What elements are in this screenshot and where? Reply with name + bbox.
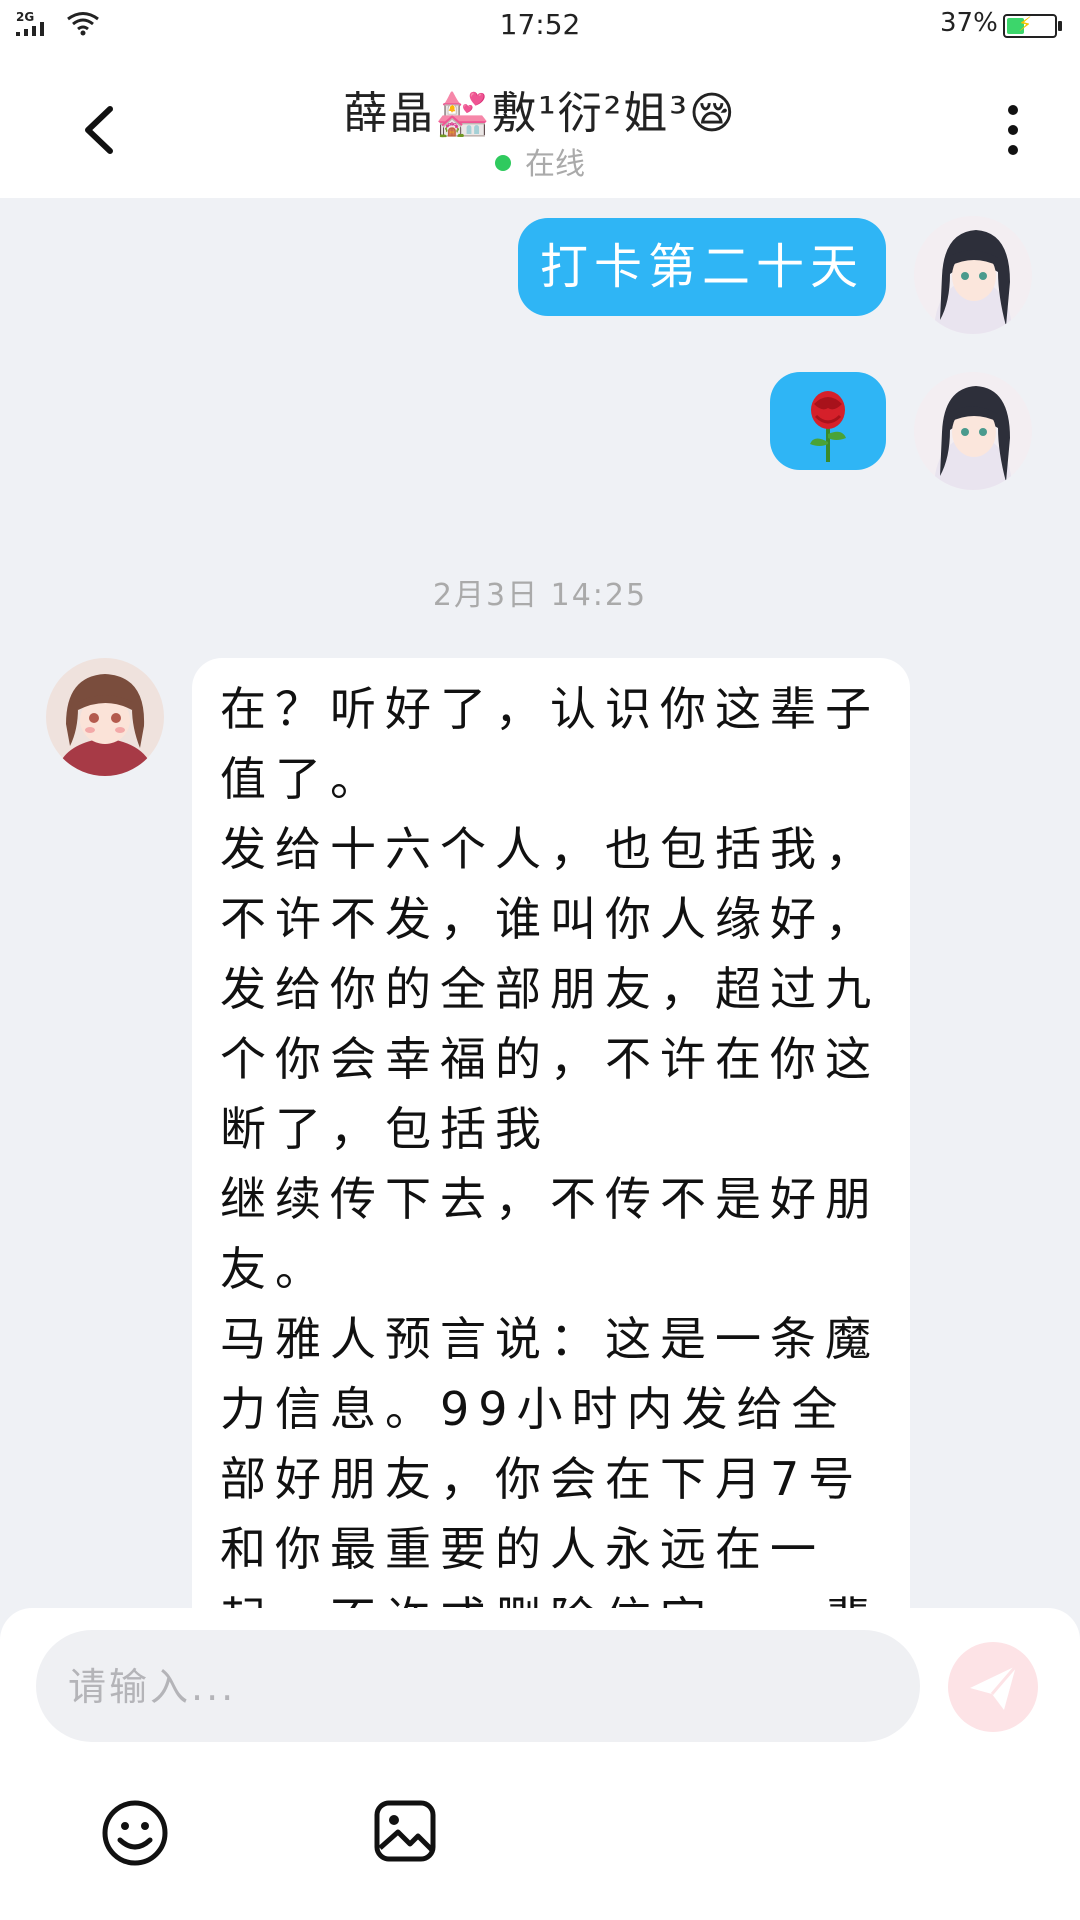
message-composer xyxy=(0,1608,1080,1920)
battery-percent: 37% xyxy=(940,8,998,38)
my-avatar[interactable] xyxy=(914,372,1032,490)
online-dot-icon xyxy=(495,154,511,171)
online-status: 在线 xyxy=(0,139,1080,183)
online-status-label: 在线 xyxy=(525,147,585,182)
contact-avatar[interactable] xyxy=(46,658,164,776)
outgoing-message[interactable]: 打卡第二十天 xyxy=(518,218,886,316)
clock: 17:52 xyxy=(499,8,581,41)
message-input-container[interactable] xyxy=(36,1630,920,1744)
rose-icon xyxy=(810,391,846,462)
incoming-message-text: 在？听好了，认识你这辈子值了。 发给十六个人，也包括我，不许不发，谁叫你人缘好，… xyxy=(220,682,880,1608)
paper-plane-icon xyxy=(970,1665,1018,1710)
more-options-button[interactable] xyxy=(996,100,1030,160)
my-avatar[interactable] xyxy=(914,216,1032,334)
chat-header: 薛晶💒敷¹衍²姐³😪 在线 xyxy=(0,55,1080,198)
image-button[interactable] xyxy=(372,1798,438,1864)
message-timestamp: 2月3日 14:25 xyxy=(432,578,648,613)
outgoing-emoji-message[interactable] xyxy=(770,372,886,470)
message-input[interactable] xyxy=(66,1630,890,1744)
contact-name: 薛晶💒敷¹衍²姐³😪 xyxy=(343,88,737,139)
battery-nub xyxy=(1058,21,1062,31)
charging-bolt-icon: ⚡ xyxy=(1018,12,1033,36)
send-button[interactable] xyxy=(948,1642,1038,1732)
emoji-button[interactable] xyxy=(100,1798,170,1868)
incoming-message[interactable]: 在？听好了，认识你这辈子值了。 发给十六个人，也包括我，不许不发，谁叫你人缘好，… xyxy=(192,658,910,1608)
message-list[interactable]: 打卡第二十天 2月3日 14:25 在？听好了，认识你这辈子值了。 发给十六个人… xyxy=(0,198,1080,1608)
status-bar: 2G 17:52 37% ⚡ xyxy=(0,0,1080,55)
